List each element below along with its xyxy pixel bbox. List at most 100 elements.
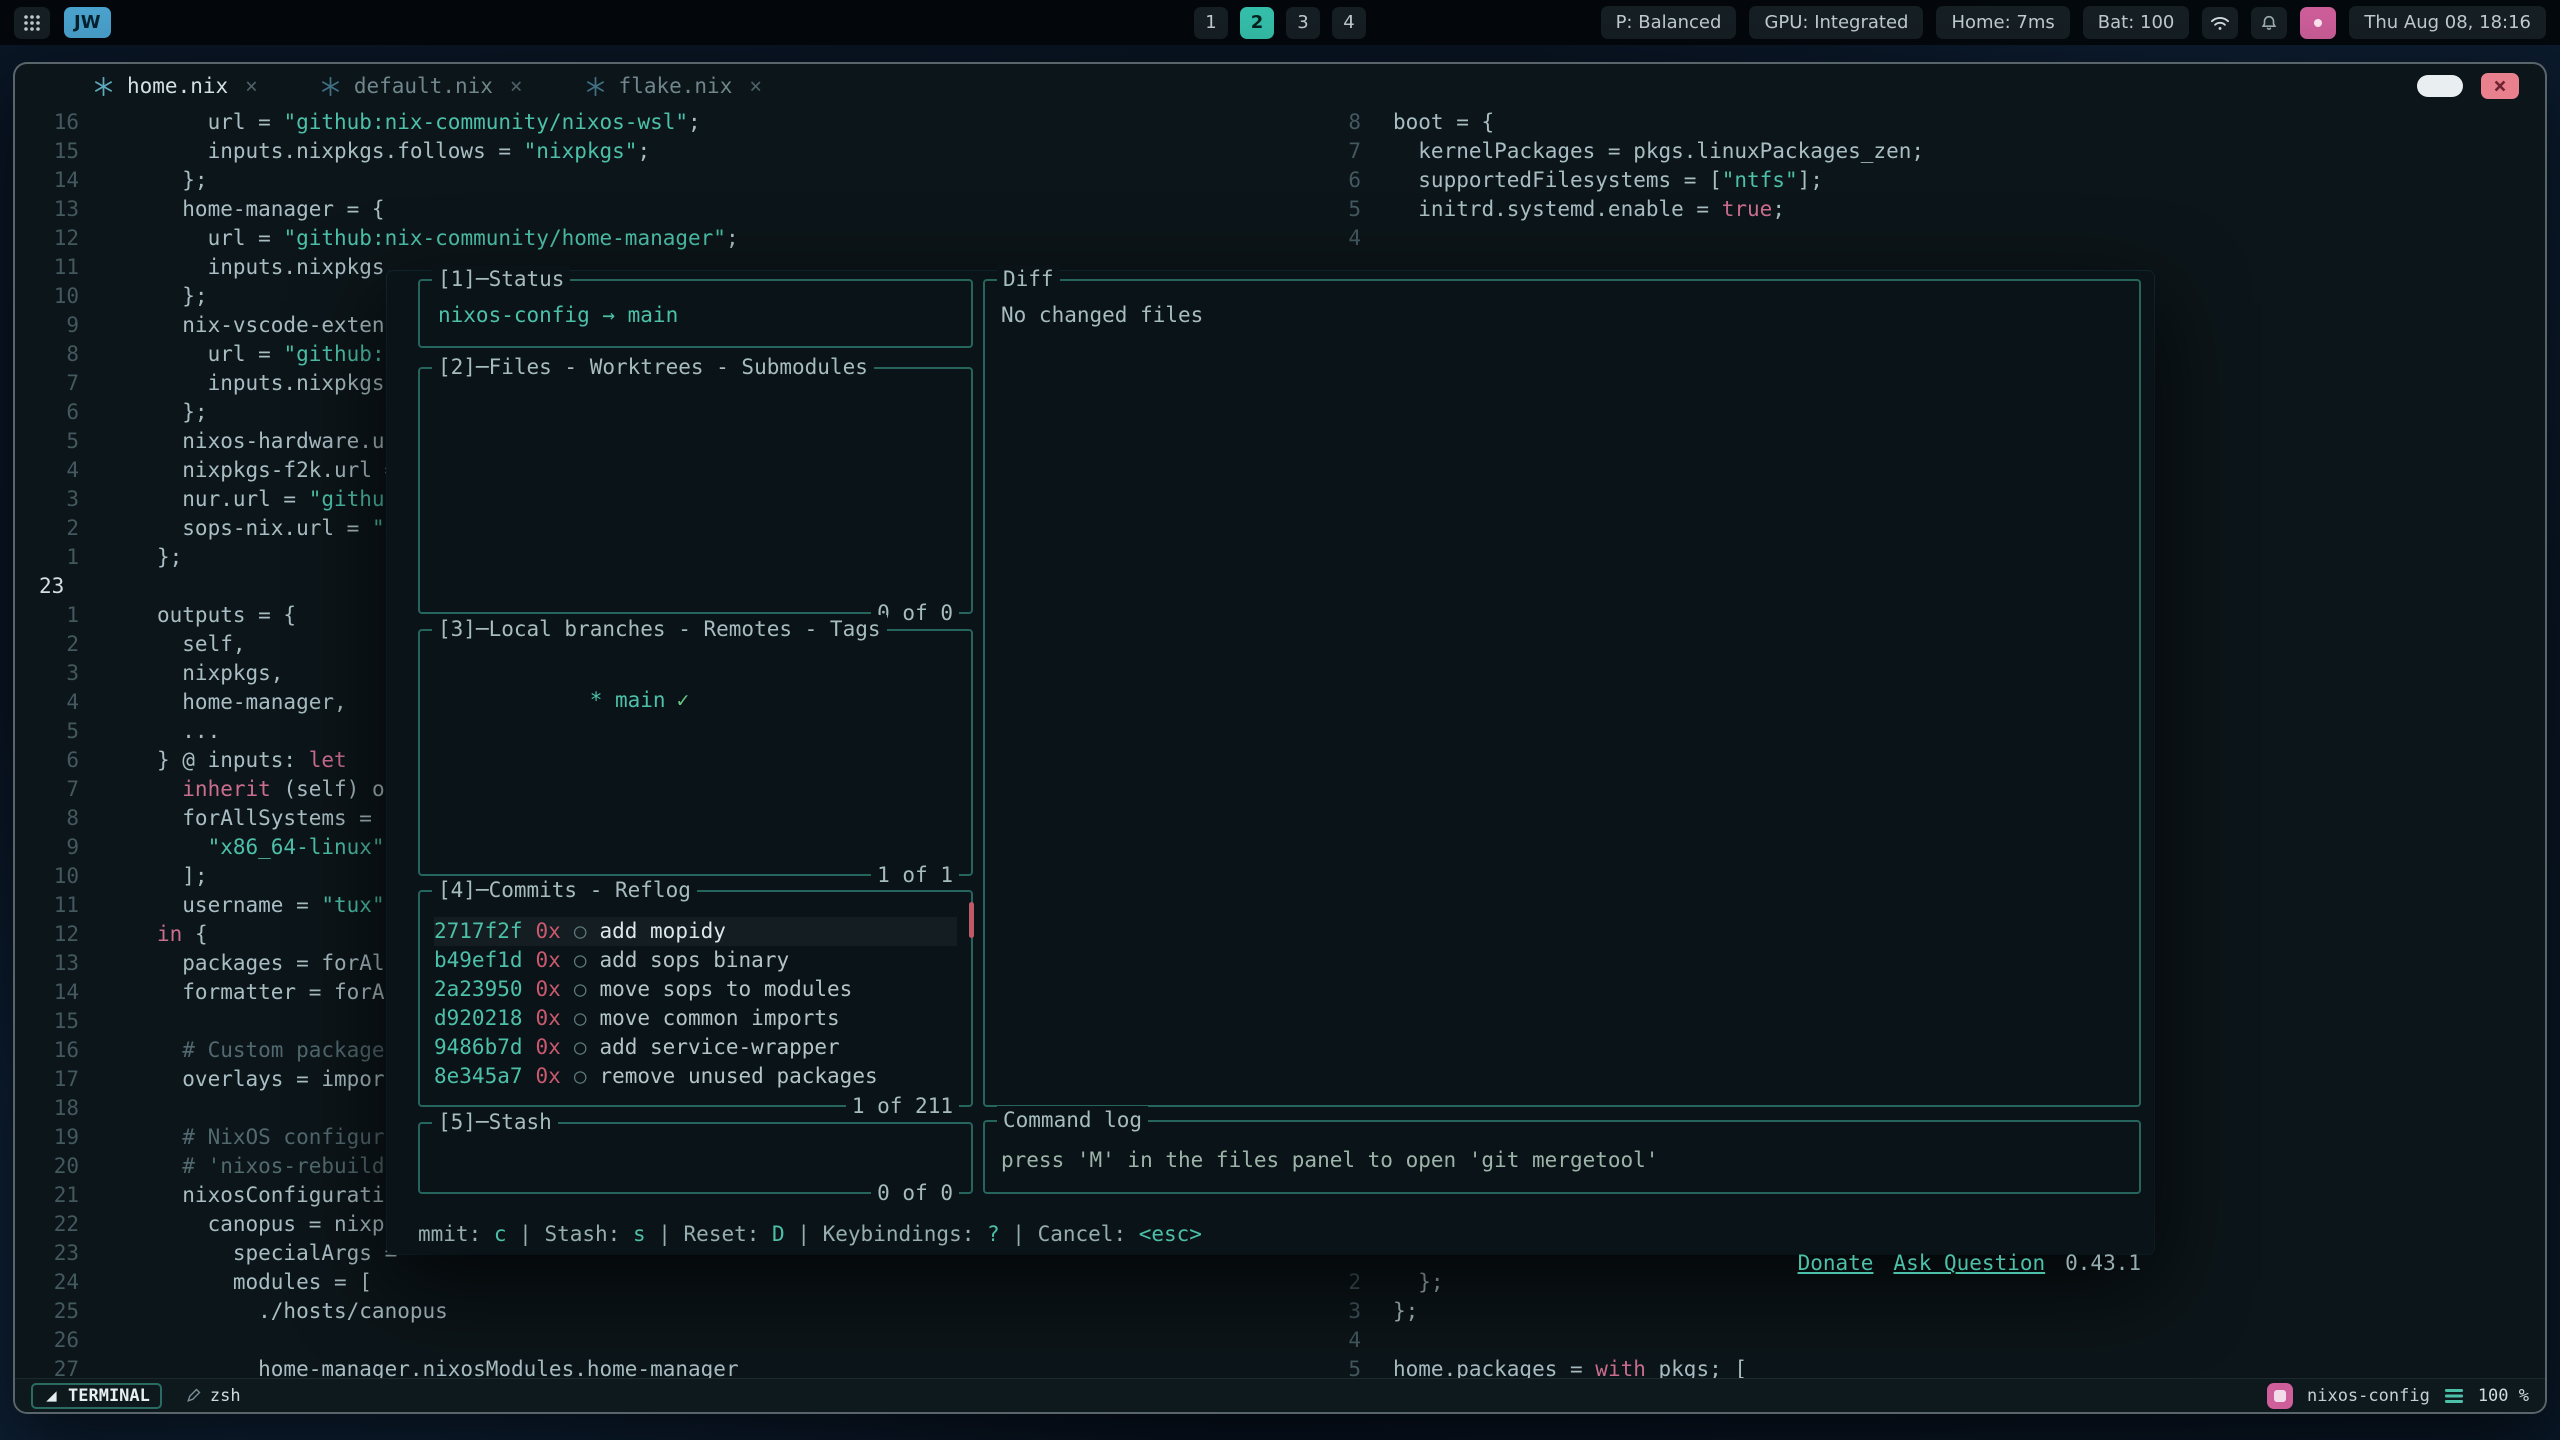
commit-row[interactable]: b49ef1d0x○add sops binary (434, 946, 957, 975)
code-line: 5home.packages = with pkgs; [ (1315, 1355, 2545, 1378)
line-number: 12 (15, 920, 79, 949)
tab-label: home.nix (127, 74, 228, 98)
commits-scrollbar[interactable] (969, 902, 974, 938)
panel-title: [4]─Commits - Reflog (432, 876, 697, 905)
code-line: 4 (1315, 1326, 2545, 1355)
commit-row[interactable]: 2717f2f0x○add mopidy (434, 917, 957, 946)
line-number: 1 (15, 543, 79, 572)
power-profile-segment[interactable]: P: Balanced (1601, 6, 1737, 39)
window-close-button[interactable]: × (2481, 73, 2519, 99)
commit-row[interactable]: d9202180x○move common imports (434, 1004, 957, 1033)
commit-row[interactable]: 8e345a70x○remove unused packages (434, 1062, 957, 1091)
pencil-icon (186, 1388, 201, 1403)
command-log-content: press 'M' in the files panel to open 'gi… (985, 1122, 2139, 1175)
media-icon[interactable] (2300, 7, 2336, 39)
code-line: 13 home-manager = { (15, 195, 1315, 224)
nix-snowflake-icon (585, 76, 606, 97)
workspace-button-2[interactable]: 2 (1240, 7, 1274, 39)
line-number: 4 (15, 688, 79, 717)
tab-flake-nix[interactable]: flake.nix × (585, 74, 762, 98)
line-number: 6 (15, 398, 79, 427)
clock[interactable]: Thu Aug 08, 18:16 (2349, 6, 2546, 39)
code-line: 15 inputs.nixpkgs.follows = "nixpkgs"; (15, 137, 1315, 166)
gpu-segment[interactable]: GPU: Integrated (1749, 6, 1923, 39)
apps-grid-icon[interactable] (14, 7, 50, 39)
tab-default-nix[interactable]: default.nix × (320, 74, 523, 98)
workspace-button-3[interactable]: 3 (1286, 7, 1320, 39)
line-number: 9 (15, 311, 79, 340)
battery-segment[interactable]: Bat: 100 (2083, 6, 2190, 39)
line-number: 16 (15, 1036, 79, 1065)
status-segments: P: Balanced GPU: Integrated Home: 7ms Bat: … (1601, 6, 2190, 39)
lazygit-command-log-panel[interactable]: Command log press 'M' in the files panel… (983, 1120, 2141, 1194)
line-number: 6 (15, 746, 79, 775)
editor-right-pane-top[interactable]: 8boot = {7 kernelPackages = pkgs.linuxPa… (1315, 108, 2545, 253)
lazygit-diff-panel[interactable]: Diff No changed files (983, 279, 2141, 1107)
commit-row[interactable]: 2a239500x○move sops to modules (434, 975, 957, 1004)
line-number: 10 (15, 282, 79, 311)
commit-row[interactable]: 9486b7d0x○add service-wrapper (434, 1033, 957, 1062)
lazygit-branches-panel[interactable]: [3]─Local branches - Remotes - Tags * ma… (418, 629, 973, 876)
lazygit-stash-panel[interactable]: [5]─Stash 0 of 0 (418, 1122, 973, 1194)
branch-name: * main (590, 688, 666, 712)
line-number: 16 (15, 108, 79, 137)
panel-title: [2]─Files - Worktrees - Submodules (432, 353, 874, 382)
lazygit-status-panel[interactable]: [1]─Status nixos-config → main (418, 279, 973, 348)
line-number: 23 (15, 572, 79, 601)
code-line: 27 home-manager.nixosModules.home-manage… (15, 1355, 1315, 1378)
user-logo-badge[interactable]: JW (64, 7, 111, 38)
lazygit-version: 0.43.1 (2065, 1251, 2141, 1275)
system-bar-left: JW (14, 7, 111, 39)
line-number: 12 (15, 224, 79, 253)
home-latency-segment[interactable]: Home: 7ms (1936, 6, 2069, 39)
line-number: 26 (15, 1326, 79, 1355)
workspace-button-1[interactable]: 1 (1194, 7, 1228, 39)
line-number: 1 (15, 601, 79, 630)
status-bar-right: nixos-config 100 % (2267, 1383, 2529, 1409)
lazygit-link-donate[interactable]: Donate (1798, 1251, 1874, 1275)
line-number: 4 (15, 456, 79, 485)
tab-label: flake.nix (619, 74, 733, 98)
shell-tab[interactable]: zsh (186, 1386, 241, 1406)
code-line: 5 initrd.systemd.enable = true; (1315, 195, 2545, 224)
line-number: 13 (15, 949, 79, 978)
wifi-icon[interactable] (2202, 7, 2238, 39)
branch-row[interactable]: * main✓ (420, 631, 971, 744)
lazygit-options-bar: mmit: c | Stash: s | Reset: D | Keybindi… (418, 1220, 2141, 1307)
line-number: 2 (15, 514, 79, 543)
line-number: 19 (15, 1123, 79, 1152)
lazygit-link-ask-question[interactable]: Ask Question (1893, 1251, 2045, 1275)
window-toggle-pill[interactable] (2417, 75, 2463, 97)
line-number: 4 (1315, 1326, 1361, 1355)
line-number: 9 (15, 833, 79, 862)
workspace-buttons: 1234 (1194, 7, 1366, 39)
session-icon[interactable] (2267, 1383, 2293, 1409)
line-number: 3 (15, 485, 79, 514)
line-number: 5 (1315, 1355, 1361, 1378)
line-number: 27 (15, 1355, 79, 1378)
line-number: 20 (15, 1152, 79, 1181)
tab-close-icon[interactable]: × (749, 74, 762, 98)
lazygit-commits-panel[interactable]: [4]─Commits - Reflog 2717f2f0x○add mopid… (418, 890, 973, 1107)
session-label: nixos-config (2307, 1386, 2430, 1406)
line-number: 15 (15, 1007, 79, 1036)
panel-title: [3]─Local branches - Remotes - Tags (432, 615, 887, 644)
line-number: 11 (15, 253, 79, 282)
line-number: 15 (15, 137, 79, 166)
lazygit-float: [1]─Status nixos-config → main [2]─Files… (387, 271, 2154, 1254)
system-bar: JW 1234 P: Balanced GPU: Integrated Home: … (0, 0, 2560, 45)
lazygit-files-panel[interactable]: [2]─Files - Worktrees - Submodules 0 of … (418, 367, 973, 614)
tab-close-icon[interactable]: × (510, 74, 523, 98)
code-line: 7 kernelPackages = pkgs.linuxPackages_ze… (1315, 137, 2545, 166)
terminal-window: home.nix × default.nix × flake.nix (13, 62, 2547, 1414)
layout-list-icon[interactable] (2444, 1388, 2464, 1404)
workspace-button-4[interactable]: 4 (1332, 7, 1366, 39)
desktop: JW 1234 P: BalancedGPU: IntegratedHome: … (0, 0, 2560, 1440)
tab-home-nix[interactable]: home.nix × (93, 74, 258, 98)
notifications-icon[interactable] (2251, 7, 2287, 39)
editor[interactable]: 16 url = "github:nix-community/nixos-wsl… (15, 108, 2545, 1378)
line-number: 14 (15, 166, 79, 195)
line-number: 6 (1315, 166, 1361, 195)
tab-close-icon[interactable]: × (245, 74, 258, 98)
line-number: 8 (15, 340, 79, 369)
